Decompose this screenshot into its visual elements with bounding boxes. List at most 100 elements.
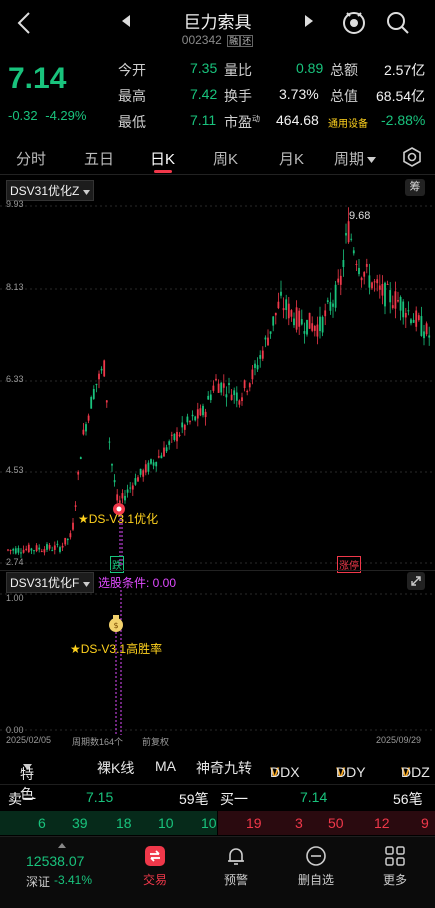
tab-five-day[interactable]: 五日 (84, 148, 114, 169)
candle-body (235, 392, 238, 401)
ddy-label: DDY (336, 764, 366, 780)
candle-body (222, 383, 225, 388)
candle-body (425, 323, 428, 335)
candle-body (196, 409, 199, 419)
assistant-button[interactable] (342, 10, 366, 39)
candle-body (347, 221, 350, 243)
quote-label: 总值 (330, 88, 358, 104)
candle-body (342, 259, 345, 267)
quote-value: 464.68 (276, 112, 319, 128)
y-tick-label: 6.33 (6, 374, 24, 384)
candle-body (389, 290, 392, 303)
buy-one-qty: 56笔 (393, 791, 423, 807)
candle-body (233, 390, 236, 396)
candle-body (228, 383, 230, 385)
candle-body (46, 544, 48, 550)
quote-value: 2.57亿 (384, 62, 426, 78)
candle-body (178, 434, 181, 436)
quote-value: 7.35 (190, 60, 218, 76)
candle-body (144, 464, 147, 473)
candle-body (74, 505, 77, 507)
candle-body (14, 548, 17, 554)
tab-daily-k[interactable]: 日K (150, 148, 175, 169)
period-label: 周期 (334, 151, 365, 168)
candle-body (368, 275, 371, 288)
chart-settings-button[interactable] (402, 147, 422, 172)
candle-body (66, 538, 69, 541)
sell-one-price: 7.15 (86, 789, 114, 805)
candle-body (287, 303, 290, 319)
sector-change: -2.88% (381, 112, 426, 128)
quote-label: 总额 (330, 62, 358, 78)
candle-body (241, 397, 243, 402)
candle-body (363, 272, 366, 277)
next-stock-button[interactable] (304, 14, 314, 33)
tab-weekly-k[interactable]: 周K (213, 148, 238, 169)
candle-body (118, 500, 121, 503)
period-count: 周期数164个 (72, 737, 124, 747)
quote-label: 市盈动 (224, 112, 260, 132)
candle-body (126, 489, 129, 493)
candle-body (306, 319, 308, 335)
quote-value: 7.42 (190, 86, 218, 102)
candle-body (215, 378, 217, 381)
ddz-label: DDZ (401, 764, 430, 780)
signal-label: ★DS-V3.1优化 (78, 512, 159, 526)
buy-one-price: 7.14 (300, 789, 328, 805)
sell-order-count: 18 (116, 815, 132, 831)
sell-order-count: 10 (158, 815, 174, 831)
candle-body (391, 305, 394, 308)
special-indicator-dropdown[interactable]: 特色 (20, 758, 34, 802)
candle-body (92, 388, 95, 399)
magic-nine-button[interactable]: 神奇九转 (196, 758, 252, 778)
candle-body (316, 324, 319, 337)
tab-period-dropdown[interactable]: 周期 (334, 148, 377, 169)
sell-one-label: 卖一 (8, 791, 36, 807)
candle-body (417, 315, 420, 321)
candle-body (38, 547, 41, 550)
expand-icon (411, 576, 421, 586)
candle-body (248, 383, 251, 388)
candle-body (243, 380, 246, 389)
candle-body (72, 522, 74, 530)
tab-intraday[interactable]: 分时 (16, 148, 46, 169)
change-percent: -4.29% (45, 108, 87, 123)
nav-more[interactable]: 更多 (365, 845, 425, 888)
naked-k-button[interactable]: 裸K线 (97, 758, 134, 778)
sub-indicator-chart[interactable]: $ (0, 590, 435, 735)
candle-body (191, 414, 194, 417)
y-tick-label: 2.74 (6, 557, 24, 567)
candle-body (95, 383, 98, 386)
buy-order-count: 12 (374, 815, 390, 831)
candle-body (35, 545, 38, 552)
candle-body (404, 312, 407, 318)
candle-body (113, 480, 116, 483)
quote-label: 最低 (118, 114, 146, 130)
index-value: 12538.07 (26, 853, 85, 869)
candle-body (394, 291, 397, 309)
nav-trade[interactable]: 交易 (125, 845, 185, 888)
candle-body (53, 545, 56, 550)
candle-body (365, 263, 368, 267)
candle-body (79, 457, 82, 460)
search-button[interactable] (386, 11, 410, 40)
candle-body (51, 550, 54, 552)
candle-body (280, 291, 282, 296)
candle-body (100, 368, 103, 371)
candlestick-chart[interactable] (0, 197, 435, 567)
candle-body (407, 310, 410, 312)
candle-body (298, 310, 301, 327)
sector-badge[interactable]: 通用设备 (328, 115, 368, 130)
main-indicator-name: DSV31优化Z (10, 184, 80, 198)
tab-monthly-k[interactable]: 月K (279, 148, 304, 169)
adjust-mode[interactable]: 前复权 (142, 735, 169, 748)
candle-body (256, 365, 259, 370)
nav-remove-watchlist[interactable]: 删自选 (286, 845, 346, 888)
candle-body (194, 416, 197, 421)
candle-body (168, 441, 171, 445)
nav-alert[interactable]: 预警 (206, 845, 266, 888)
expand-chart-button[interactable] (407, 572, 425, 590)
quote-label: 换手 (224, 88, 252, 104)
ma-button[interactable]: MA (155, 758, 176, 774)
chip-distribution-button[interactable]: 筹 (405, 179, 425, 196)
